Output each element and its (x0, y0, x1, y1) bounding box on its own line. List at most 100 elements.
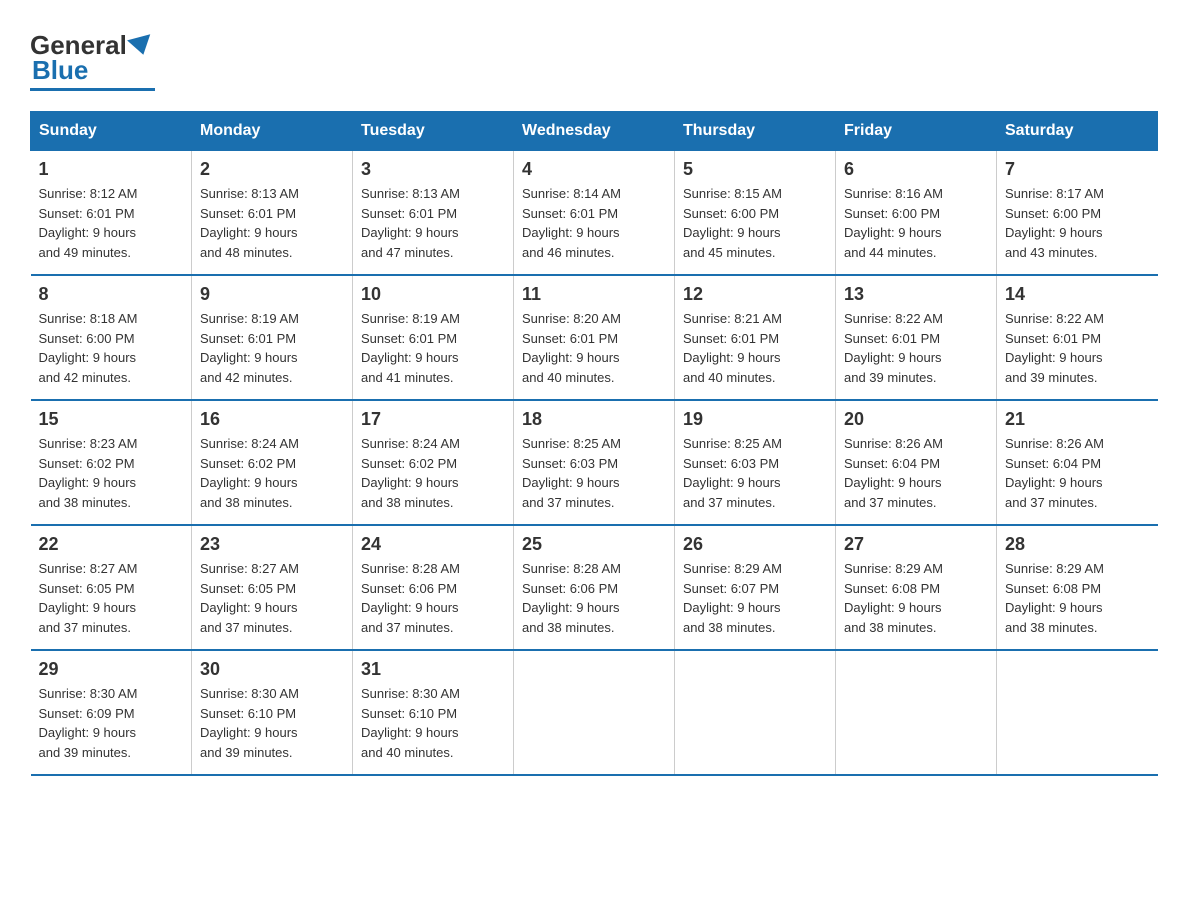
sunrise-label: Sunrise: 8:14 AM (522, 186, 621, 201)
sunset-label: Sunset: 6:02 PM (361, 456, 457, 471)
day-info: Sunrise: 8:29 AM Sunset: 6:08 PM Dayligh… (844, 559, 988, 637)
day-number: 26 (683, 534, 827, 555)
sunset-label: Sunset: 6:03 PM (683, 456, 779, 471)
day-number: 20 (844, 409, 988, 430)
logo-underline (30, 88, 155, 91)
calendar-cell: 8 Sunrise: 8:18 AM Sunset: 6:00 PM Dayli… (31, 275, 192, 400)
day-number: 12 (683, 284, 827, 305)
sunrise-label: Sunrise: 8:26 AM (844, 436, 943, 451)
day-number: 17 (361, 409, 505, 430)
day-number: 9 (200, 284, 344, 305)
page-header: General Blue (30, 30, 1158, 91)
daylight-minutes: and 38 minutes. (1005, 620, 1098, 635)
day-info: Sunrise: 8:27 AM Sunset: 6:05 PM Dayligh… (200, 559, 344, 637)
daylight-minutes: and 45 minutes. (683, 245, 776, 260)
calendar-cell: 9 Sunrise: 8:19 AM Sunset: 6:01 PM Dayli… (192, 275, 353, 400)
day-info: Sunrise: 8:16 AM Sunset: 6:00 PM Dayligh… (844, 184, 988, 262)
sunset-label: Sunset: 6:00 PM (844, 206, 940, 221)
calendar-cell (997, 650, 1158, 775)
sunset-label: Sunset: 6:09 PM (39, 706, 135, 721)
daylight-minutes: and 40 minutes. (683, 370, 776, 385)
day-number: 24 (361, 534, 505, 555)
sunset-label: Sunset: 6:01 PM (844, 331, 940, 346)
sunrise-label: Sunrise: 8:17 AM (1005, 186, 1104, 201)
daylight-minutes: and 37 minutes. (683, 495, 776, 510)
daylight-label: Daylight: 9 hours (844, 475, 942, 490)
day-number: 2 (200, 159, 344, 180)
sunrise-label: Sunrise: 8:28 AM (522, 561, 621, 576)
day-number: 28 (1005, 534, 1150, 555)
daylight-minutes: and 39 minutes. (200, 745, 293, 760)
calendar-cell: 4 Sunrise: 8:14 AM Sunset: 6:01 PM Dayli… (514, 151, 675, 276)
daylight-minutes: and 37 minutes. (361, 620, 454, 635)
sunrise-label: Sunrise: 8:29 AM (1005, 561, 1104, 576)
daylight-label: Daylight: 9 hours (844, 350, 942, 365)
day-info: Sunrise: 8:25 AM Sunset: 6:03 PM Dayligh… (522, 434, 666, 512)
daylight-label: Daylight: 9 hours (39, 225, 137, 240)
sunrise-label: Sunrise: 8:13 AM (200, 186, 299, 201)
day-number: 21 (1005, 409, 1150, 430)
sunset-label: Sunset: 6:01 PM (522, 331, 618, 346)
day-number: 29 (39, 659, 184, 680)
day-info: Sunrise: 8:14 AM Sunset: 6:01 PM Dayligh… (522, 184, 666, 262)
daylight-label: Daylight: 9 hours (522, 475, 620, 490)
calendar-cell (836, 650, 997, 775)
daylight-minutes: and 38 minutes. (39, 495, 132, 510)
calendar-cell: 27 Sunrise: 8:29 AM Sunset: 6:08 PM Dayl… (836, 525, 997, 650)
daylight-label: Daylight: 9 hours (522, 600, 620, 615)
sunrise-label: Sunrise: 8:29 AM (844, 561, 943, 576)
daylight-label: Daylight: 9 hours (844, 225, 942, 240)
day-info: Sunrise: 8:13 AM Sunset: 6:01 PM Dayligh… (361, 184, 505, 262)
day-info: Sunrise: 8:25 AM Sunset: 6:03 PM Dayligh… (683, 434, 827, 512)
calendar-cell: 10 Sunrise: 8:19 AM Sunset: 6:01 PM Dayl… (353, 275, 514, 400)
daylight-minutes: and 38 minutes. (200, 495, 293, 510)
day-number: 18 (522, 409, 666, 430)
day-number: 27 (844, 534, 988, 555)
daylight-minutes: and 39 minutes. (39, 745, 132, 760)
calendar-cell: 25 Sunrise: 8:28 AM Sunset: 6:06 PM Dayl… (514, 525, 675, 650)
sunset-label: Sunset: 6:03 PM (522, 456, 618, 471)
daylight-label: Daylight: 9 hours (200, 725, 298, 740)
day-info: Sunrise: 8:30 AM Sunset: 6:10 PM Dayligh… (361, 684, 505, 762)
calendar-cell: 12 Sunrise: 8:21 AM Sunset: 6:01 PM Dayl… (675, 275, 836, 400)
daylight-minutes: and 37 minutes. (1005, 495, 1098, 510)
sunrise-label: Sunrise: 8:20 AM (522, 311, 621, 326)
calendar-cell: 11 Sunrise: 8:20 AM Sunset: 6:01 PM Dayl… (514, 275, 675, 400)
daylight-label: Daylight: 9 hours (522, 350, 620, 365)
day-number: 4 (522, 159, 666, 180)
daylight-label: Daylight: 9 hours (361, 225, 459, 240)
sunset-label: Sunset: 6:05 PM (39, 581, 135, 596)
day-info: Sunrise: 8:29 AM Sunset: 6:08 PM Dayligh… (1005, 559, 1150, 637)
header-wednesday: Wednesday (514, 112, 675, 151)
sunset-label: Sunset: 6:08 PM (1005, 581, 1101, 596)
day-info: Sunrise: 8:12 AM Sunset: 6:01 PM Dayligh… (39, 184, 184, 262)
calendar-cell: 20 Sunrise: 8:26 AM Sunset: 6:04 PM Dayl… (836, 400, 997, 525)
sunset-label: Sunset: 6:04 PM (1005, 456, 1101, 471)
daylight-label: Daylight: 9 hours (683, 600, 781, 615)
day-number: 31 (361, 659, 505, 680)
sunrise-label: Sunrise: 8:26 AM (1005, 436, 1104, 451)
calendar-cell (514, 650, 675, 775)
day-info: Sunrise: 8:30 AM Sunset: 6:10 PM Dayligh… (200, 684, 344, 762)
day-info: Sunrise: 8:22 AM Sunset: 6:01 PM Dayligh… (844, 309, 988, 387)
sunrise-label: Sunrise: 8:29 AM (683, 561, 782, 576)
day-info: Sunrise: 8:17 AM Sunset: 6:00 PM Dayligh… (1005, 184, 1150, 262)
day-info: Sunrise: 8:28 AM Sunset: 6:06 PM Dayligh… (361, 559, 505, 637)
daylight-minutes: and 37 minutes. (844, 495, 937, 510)
daylight-label: Daylight: 9 hours (361, 475, 459, 490)
day-number: 5 (683, 159, 827, 180)
calendar-cell: 16 Sunrise: 8:24 AM Sunset: 6:02 PM Dayl… (192, 400, 353, 525)
sunset-label: Sunset: 6:02 PM (39, 456, 135, 471)
day-info: Sunrise: 8:20 AM Sunset: 6:01 PM Dayligh… (522, 309, 666, 387)
daylight-label: Daylight: 9 hours (361, 350, 459, 365)
daylight-minutes: and 39 minutes. (844, 370, 937, 385)
daylight-minutes: and 41 minutes. (361, 370, 454, 385)
sunset-label: Sunset: 6:10 PM (361, 706, 457, 721)
daylight-label: Daylight: 9 hours (522, 225, 620, 240)
daylight-label: Daylight: 9 hours (39, 725, 137, 740)
calendar-cell: 2 Sunrise: 8:13 AM Sunset: 6:01 PM Dayli… (192, 151, 353, 276)
sunrise-label: Sunrise: 8:24 AM (200, 436, 299, 451)
sunrise-label: Sunrise: 8:28 AM (361, 561, 460, 576)
day-number: 8 (39, 284, 184, 305)
day-number: 7 (1005, 159, 1150, 180)
